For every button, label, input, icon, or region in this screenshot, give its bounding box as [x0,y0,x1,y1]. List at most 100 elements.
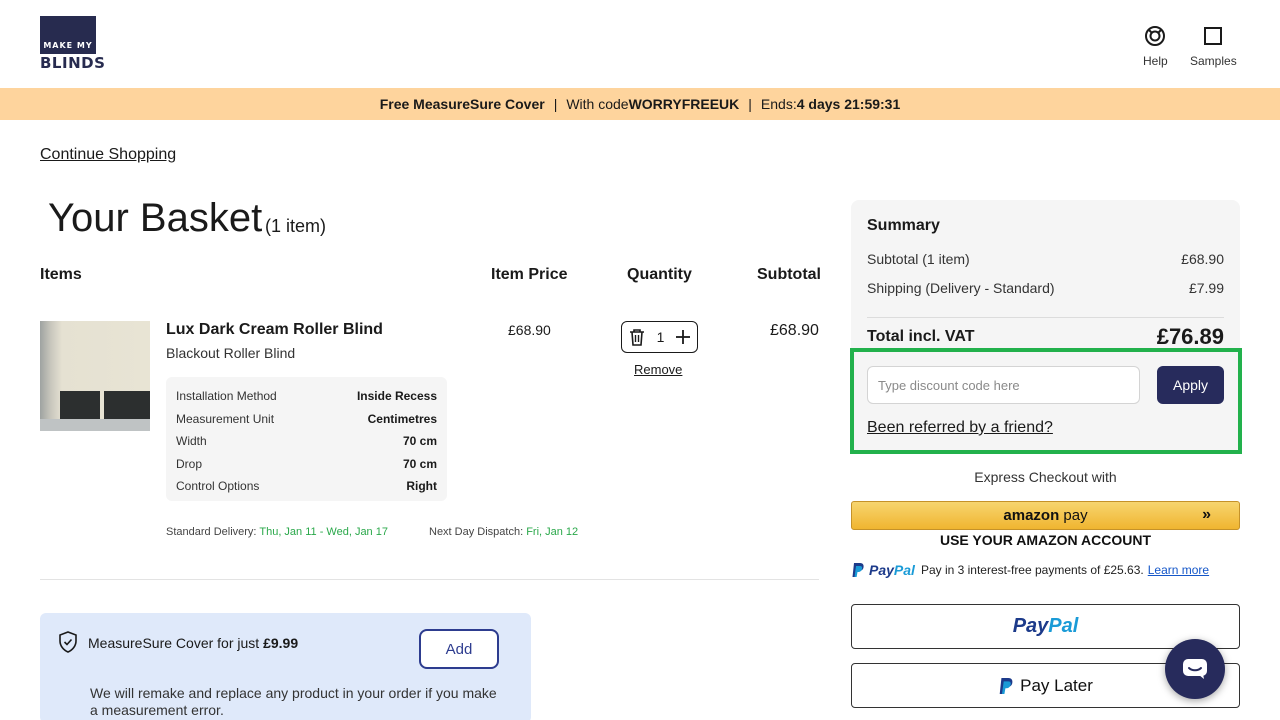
continue-shopping-link[interactable]: Continue Shopping [40,146,176,164]
product-image-sill [40,419,150,431]
quantity-value[interactable]: 1 [657,329,665,345]
help-label: Help [1143,54,1168,68]
spec-row: Measurement Unit Centimetres [176,408,437,431]
logo-top-text: MAKE MY [43,41,93,50]
paypal-icon [999,677,1013,694]
spec-row: Control Options Right [176,475,437,498]
promo-code-prefix: With code [566,96,629,112]
summary-title: Summary [867,217,940,234]
cover-description: We will remake and replace any product i… [90,685,497,718]
paypal-button-pay: Pay [1012,615,1049,637]
dispatch-date: Fri, Jan 12 [526,526,579,538]
measuresure-cover-card: MeasureSure Cover for just £9.99 Add We … [40,613,531,720]
express-checkout-label: Express Checkout with [974,469,1117,485]
shield-icon [59,631,77,653]
pay-later-content: Pay Later [998,676,1093,696]
referred-friend-link[interactable]: Been referred by a friend? [867,419,1053,437]
samples-label: Samples [1190,54,1237,68]
promo-ends-prefix: Ends: [760,96,797,112]
cover-title-prefix: MeasureSure Cover for just [88,635,264,651]
amazon-pay-word: pay [1063,507,1088,524]
spec-label: Drop [176,456,203,471]
column-header-subtotal: Subtotal [757,266,821,283]
product-image-window [60,391,150,421]
amazon-pay-button[interactable]: amazon pay » [851,501,1240,530]
summary-shipping-label: Shipping (Delivery - Standard) [867,280,1055,296]
logo-bottom-text: BLINDS [40,54,106,72]
summary-shipping-row: Shipping (Delivery - Standard) £7.99 [867,280,1224,296]
spec-label: Measurement Unit [176,411,275,426]
site-header: MAKE MY BLINDS Help Samples [0,0,1280,88]
promo-offer: Free MeasureSure Cover [379,96,545,112]
promo-separator: | [748,96,752,112]
next-day-dispatch: Next Day Dispatch: Fri, Jan 12 [429,526,578,538]
paypal-button-pal: Pal [1048,615,1079,637]
chat-button[interactable] [1165,639,1225,699]
discount-code-input[interactable] [867,366,1140,404]
paypal-icon [852,563,864,577]
spec-label: Control Options [176,479,260,494]
summary-subtotal-label: Subtotal (1 item) [867,251,970,267]
summary-shipping-value: £7.99 [1188,280,1224,296]
help-icon [1145,26,1166,46]
amazon-pay-logo: amazon pay [1003,507,1087,524]
paypal-button-logo: PayPal [1013,615,1079,638]
add-cover-button[interactable]: Add [419,629,499,669]
amazon-account-label: USE YOUR AMAZON ACCOUNT [939,532,1152,548]
product-name[interactable]: Lux Dark Cream Roller Blind [166,321,383,339]
paypal-wordmark: PayPal [869,562,915,578]
spec-value: Right [406,479,437,494]
delivery-dates: Thu, Jan 11 - Wed, Jan 17 [259,526,388,538]
summary-total-value: £76.89 [1156,324,1224,349]
column-header-item-price: Item Price [491,266,568,283]
paypal-offer-text: Pay in 3 interest-free payments of £25.6… [920,563,1144,577]
help-button[interactable]: Help [1143,24,1168,68]
promo-code: WORRYFREEUK [628,96,740,112]
delivery-label: Standard Delivery: [166,526,260,538]
summary-subtotal-row: Subtotal (1 item) £68.90 [867,251,1224,267]
summary-subtotal-value: £68.90 [1181,251,1224,267]
cover-price: £9.99 [263,635,299,651]
item-price: £68.90 [508,322,551,338]
paypal-pay-in-3: PayPal Pay in 3 interest-free payments o… [851,562,1209,578]
promo-separator: | [553,96,558,112]
brand-logo[interactable]: MAKE MY BLINDS [40,16,106,72]
product-specs: Installation Method Inside Recess Measur… [166,377,447,501]
promo-countdown: 4 days 21:59:31 [796,96,901,112]
spec-row: Drop 70 cm [176,453,437,476]
product-type: Blackout Roller Blind [166,345,296,361]
product-image-window-frame [100,391,104,421]
basket-item-count: (1 item) [265,216,327,236]
product-image[interactable] [40,321,150,431]
quantity-stepper: 1 [621,321,698,353]
paypal-pal-word: Pal [893,562,915,578]
promo-banner: Free MeasureSure Cover | With code WORRY… [0,88,1280,120]
samples-button[interactable]: Samples [1190,24,1237,68]
plus-icon[interactable] [675,329,691,345]
paypal-pay-word: Pay [869,562,894,578]
spec-value: 70 cm [402,434,437,449]
samples-icon [1204,27,1223,45]
divider [40,579,819,580]
summary-total-label: Total incl. VAT [867,328,975,345]
dispatch-label: Next Day Dispatch: [429,526,527,538]
spec-value: Inside Recess [356,389,437,404]
spec-label: Width [176,434,207,449]
chat-icon [1183,659,1207,679]
amazon-brand: amazon [1003,507,1060,524]
spec-value: 70 cm [402,456,437,471]
spec-value: Centimetres [367,411,437,426]
chevron-double-right-icon: » [1202,506,1211,523]
remove-item-link[interactable]: Remove [634,362,682,377]
summary-divider [867,317,1224,318]
cover-title: MeasureSure Cover for just £9.99 [88,635,298,651]
spec-row: Installation Method Inside Recess [176,385,437,408]
trash-icon[interactable] [628,327,646,347]
logo-box: MAKE MY [40,16,96,54]
spec-label: Installation Method [176,389,277,404]
apply-discount-button[interactable]: Apply [1157,366,1224,404]
spec-row: Width 70 cm [176,430,437,453]
learn-more-link[interactable]: Learn more [1148,563,1209,577]
column-header-quantity: Quantity [627,266,692,283]
item-subtotal: £68.90 [770,322,819,339]
